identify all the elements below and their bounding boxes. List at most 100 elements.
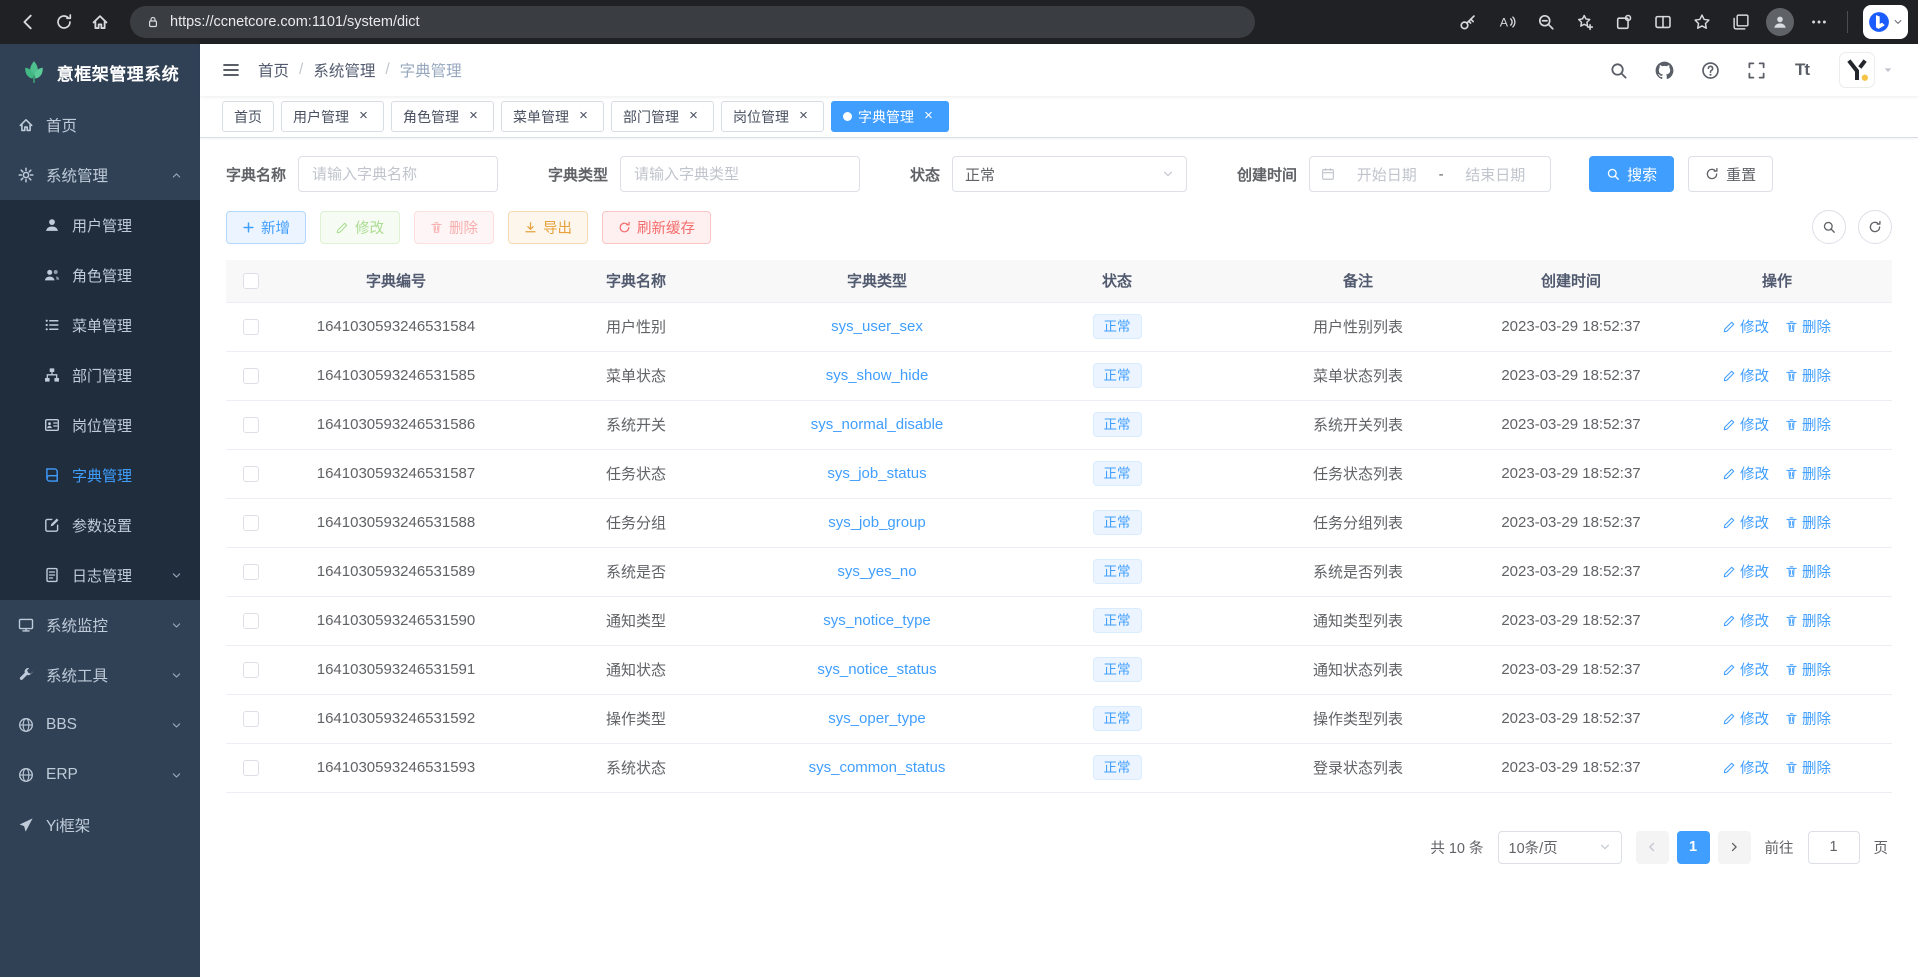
help-button[interactable]: [1693, 53, 1727, 87]
row-delete-button[interactable]: 删除: [1785, 757, 1831, 778]
row-delete-button[interactable]: 删除: [1785, 365, 1831, 386]
add-button[interactable]: 新增: [226, 211, 306, 244]
prev-page-button[interactable]: [1636, 831, 1669, 864]
sidebar-item-config[interactable]: 参数设置: [0, 500, 200, 550]
font-size-button[interactable]: Tt: [1785, 53, 1819, 87]
row-delete-button[interactable]: 删除: [1785, 708, 1831, 729]
sidebar-item-user[interactable]: 用户管理: [0, 200, 200, 250]
add-favorite-button[interactable]: [1567, 4, 1603, 40]
row-checkbox[interactable]: [243, 515, 259, 531]
sidebar-item-yi[interactable]: Yi框架: [0, 800, 200, 850]
tab-role[interactable]: 角色管理×: [391, 101, 494, 132]
goto-page-input[interactable]: [1808, 831, 1860, 864]
date-range-picker[interactable]: 开始日期 - 结束日期: [1309, 156, 1551, 192]
tab-post[interactable]: 岗位管理×: [721, 101, 824, 132]
row-delete-button[interactable]: 删除: [1785, 561, 1831, 582]
extensions-button[interactable]: [1606, 4, 1642, 40]
row-edit-button[interactable]: 修改: [1723, 659, 1769, 680]
row-edit-button[interactable]: 修改: [1723, 610, 1769, 631]
row-edit-button[interactable]: 修改: [1723, 512, 1769, 533]
dict-type-link[interactable]: sys_show_hide: [826, 367, 929, 384]
breadcrumb-dict[interactable]: 字典管理: [400, 59, 462, 81]
breadcrumb-system[interactable]: 系统管理: [313, 59, 375, 81]
row-delete-button[interactable]: 删除: [1785, 316, 1831, 337]
read-aloud-button[interactable]: A: [1489, 4, 1525, 40]
row-delete-button[interactable]: 删除: [1785, 659, 1831, 680]
dict-type-link[interactable]: sys_job_group: [828, 514, 926, 531]
row-delete-button[interactable]: 删除: [1785, 414, 1831, 435]
edit-button[interactable]: 修改: [320, 211, 400, 244]
page-size-select[interactable]: 10条/页: [1498, 831, 1622, 864]
dict-type-link[interactable]: sys_notice_status: [817, 661, 936, 678]
zoom-button[interactable]: [1528, 4, 1564, 40]
browser-home-button[interactable]: [82, 4, 118, 40]
select-all-checkbox[interactable]: [243, 273, 259, 289]
browser-refresh-button[interactable]: [46, 4, 82, 40]
sidebar-item-home[interactable]: 首页: [0, 100, 200, 150]
tab-home[interactable]: 首页: [222, 101, 274, 132]
row-edit-button[interactable]: 修改: [1723, 561, 1769, 582]
fullscreen-button[interactable]: [1739, 53, 1773, 87]
sidebar-item-monitor[interactable]: 系统监控: [0, 600, 200, 650]
tab-user[interactable]: 用户管理×: [281, 101, 384, 132]
browser-menu-button[interactable]: [1801, 4, 1837, 40]
row-delete-button[interactable]: 删除: [1785, 610, 1831, 631]
dict-type-link[interactable]: sys_normal_disable: [811, 416, 944, 433]
refresh-table-button[interactable]: [1858, 210, 1892, 244]
favorites-button[interactable]: [1684, 4, 1720, 40]
dict-type-link[interactable]: sys_yes_no: [837, 563, 916, 580]
tab-close-icon[interactable]: ×: [355, 108, 372, 125]
sidebar-toggle-button[interactable]: [214, 53, 248, 87]
tab-close-icon[interactable]: ×: [465, 108, 482, 125]
row-edit-button[interactable]: 修改: [1723, 316, 1769, 337]
github-button[interactable]: [1647, 53, 1681, 87]
app-logo[interactable]: 意框架管理系统: [0, 44, 200, 100]
sidebar-item-menu[interactable]: 菜单管理: [0, 300, 200, 350]
next-page-button[interactable]: [1718, 831, 1751, 864]
tab-close-icon[interactable]: ×: [920, 108, 937, 125]
row-edit-button[interactable]: 修改: [1723, 708, 1769, 729]
sidebar-item-dept[interactable]: 部门管理: [0, 350, 200, 400]
split-screen-button[interactable]: [1645, 4, 1681, 40]
bing-copilot-button[interactable]: [1863, 5, 1908, 39]
refresh-cache-button[interactable]: 刷新缓存: [602, 211, 711, 244]
page-1-button[interactable]: 1: [1677, 831, 1710, 864]
sidebar-item-tool[interactable]: 系统工具: [0, 650, 200, 700]
sidebar-item-bbs[interactable]: BBS: [0, 700, 200, 750]
dict-type-link[interactable]: sys_notice_type: [823, 612, 931, 629]
row-checkbox[interactable]: [243, 466, 259, 482]
dict-type-link[interactable]: sys_common_status: [809, 759, 946, 776]
user-avatar[interactable]: [1839, 52, 1894, 88]
toggle-search-button[interactable]: [1812, 210, 1846, 244]
sidebar-item-post[interactable]: 岗位管理: [0, 400, 200, 450]
row-edit-button[interactable]: 修改: [1723, 365, 1769, 386]
row-checkbox[interactable]: [243, 662, 259, 678]
password-key-button[interactable]: [1450, 4, 1486, 40]
status-select[interactable]: 正常: [952, 156, 1187, 192]
row-checkbox[interactable]: [243, 417, 259, 433]
browser-profile-button[interactable]: [1762, 4, 1798, 40]
export-button[interactable]: 导出: [508, 211, 588, 244]
tab-close-icon[interactable]: ×: [795, 108, 812, 125]
row-checkbox[interactable]: [243, 711, 259, 727]
sidebar-item-log[interactable]: 日志管理: [0, 550, 200, 600]
row-delete-button[interactable]: 删除: [1785, 463, 1831, 484]
row-edit-button[interactable]: 修改: [1723, 414, 1769, 435]
dict-type-link[interactable]: sys_job_status: [827, 465, 926, 482]
address-bar[interactable]: https://ccnetcore.com:1101/system/dict: [130, 6, 1255, 38]
header-search-button[interactable]: [1601, 53, 1635, 87]
row-edit-button[interactable]: 修改: [1723, 463, 1769, 484]
dict-name-input[interactable]: [298, 156, 498, 192]
sidebar-item-dict[interactable]: 字典管理: [0, 450, 200, 500]
reset-button[interactable]: 重置: [1688, 156, 1773, 192]
sidebar-item-role[interactable]: 角色管理: [0, 250, 200, 300]
sidebar-item-system[interactable]: 系统管理: [0, 150, 200, 200]
sidebar-item-erp[interactable]: ERP: [0, 750, 200, 800]
row-checkbox[interactable]: [243, 613, 259, 629]
row-checkbox[interactable]: [243, 564, 259, 580]
row-checkbox[interactable]: [243, 760, 259, 776]
dict-type-link[interactable]: sys_oper_type: [828, 710, 926, 727]
browser-back-button[interactable]: [10, 4, 46, 40]
tab-dict[interactable]: 字典管理×: [831, 101, 949, 132]
delete-button[interactable]: 删除: [414, 211, 494, 244]
